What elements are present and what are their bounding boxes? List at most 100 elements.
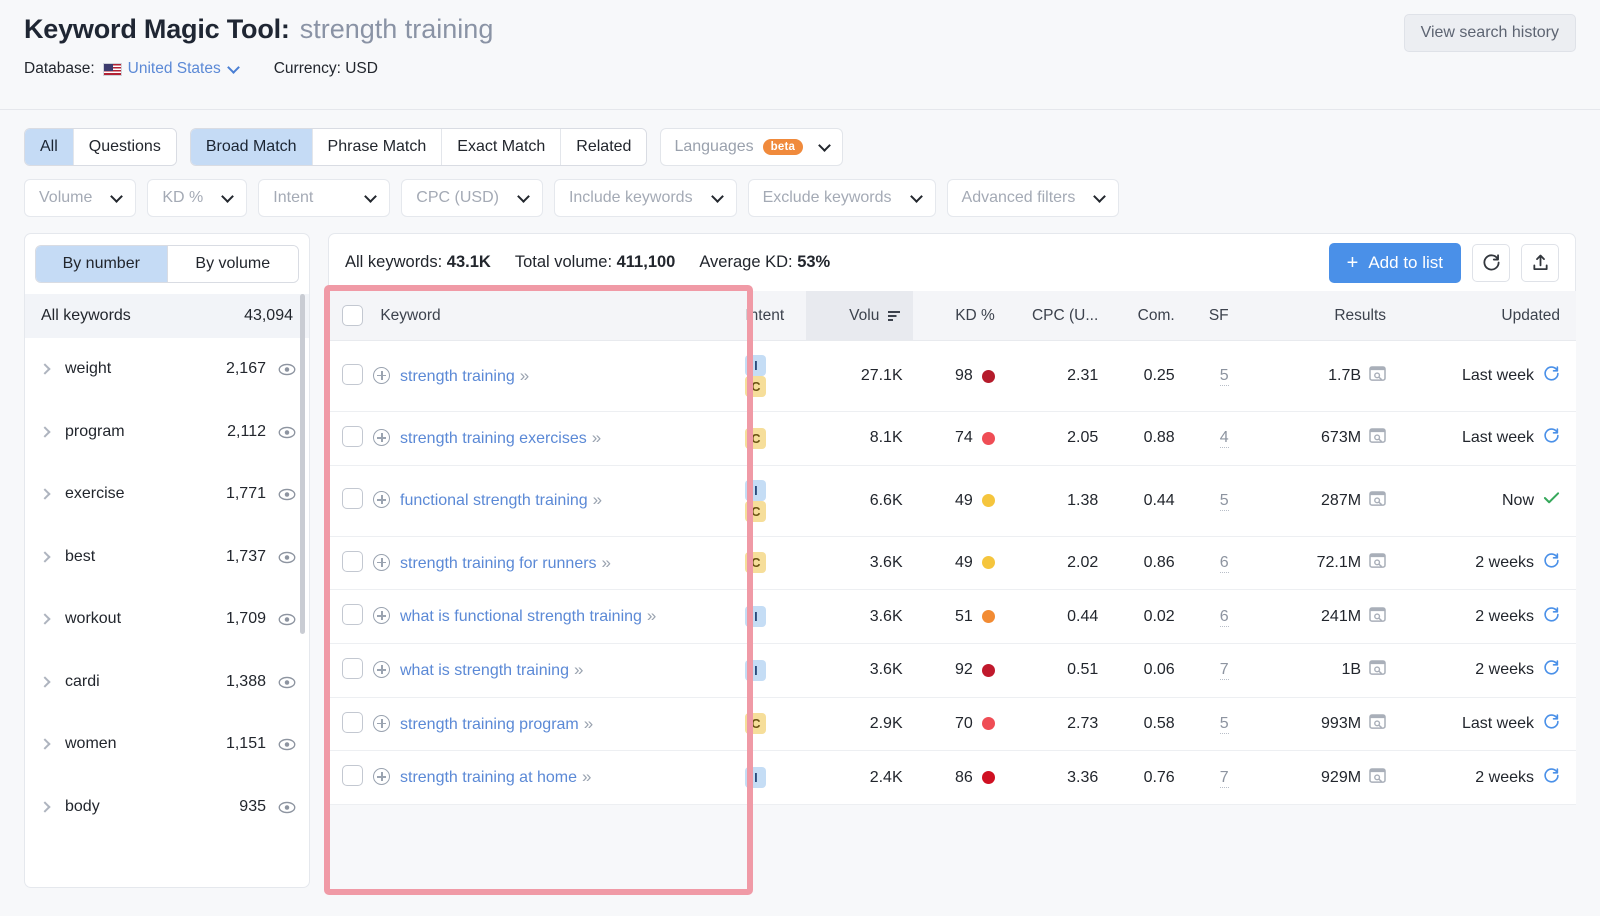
table-row[interactable]: strength training at home»I2.4K863.360.7…: [328, 751, 1576, 805]
update-status-icon[interactable]: [1543, 491, 1560, 510]
sidebar-group-item[interactable]: cardi1,388: [25, 651, 309, 714]
add-keyword-icon[interactable]: [373, 715, 390, 732]
chevron-double-right-icon[interactable]: »: [520, 366, 527, 385]
sidebar-item-all-keywords[interactable]: All keywords 43,094: [25, 294, 309, 338]
eye-icon[interactable]: [278, 551, 295, 563]
intent-badge-i[interactable]: I: [745, 480, 766, 501]
sf-value[interactable]: 7: [1220, 769, 1229, 788]
chevron-right-icon[interactable]: [39, 614, 50, 625]
database-select[interactable]: United States: [128, 60, 221, 78]
row-checkbox[interactable]: [342, 551, 363, 572]
column-header-sf[interactable]: SF: [1185, 291, 1239, 341]
serp-preview-button[interactable]: [1369, 607, 1386, 627]
serp-preview-button[interactable]: [1369, 714, 1386, 734]
table-row[interactable]: strength training for runners»C3.6K492.0…: [328, 536, 1576, 590]
filter-advanced[interactable]: Advanced filters: [947, 179, 1120, 217]
view-search-history-button[interactable]: View search history: [1404, 14, 1576, 52]
sf-value[interactable]: 6: [1220, 608, 1229, 627]
filter-exclude-keywords[interactable]: Exclude keywords: [748, 179, 936, 217]
add-keyword-icon[interactable]: [373, 554, 390, 571]
intent-badge-i[interactable]: I: [745, 606, 766, 627]
column-header-com[interactable]: Com.: [1108, 291, 1184, 341]
serp-preview-button[interactable]: [1369, 553, 1386, 573]
update-status-icon[interactable]: [1543, 606, 1560, 628]
intent-badge-i[interactable]: I: [745, 355, 766, 376]
column-header-results[interactable]: Results: [1239, 291, 1396, 341]
sf-value[interactable]: 7: [1220, 661, 1229, 680]
sf-value[interactable]: 6: [1220, 554, 1229, 573]
sidebar-group-item[interactable]: weight2,167: [25, 338, 309, 401]
row-checkbox[interactable]: [342, 488, 363, 509]
eye-icon[interactable]: [278, 363, 295, 375]
keyword-link[interactable]: strength training program»: [400, 712, 591, 737]
intent-badge-c[interactable]: C: [745, 713, 766, 734]
filter-intent[interactable]: Intent: [258, 179, 390, 217]
export-button[interactable]: [1521, 244, 1559, 282]
chevron-right-icon[interactable]: [39, 676, 50, 687]
add-keyword-icon[interactable]: [373, 367, 390, 384]
sidebar-scrollbar[interactable]: [300, 294, 305, 634]
table-row[interactable]: strength training»IC27.1K982.310.2551.7B…: [328, 341, 1576, 412]
sf-value[interactable]: 5: [1220, 715, 1229, 734]
chevron-right-icon[interactable]: [39, 489, 50, 500]
chevron-double-right-icon[interactable]: »: [593, 490, 600, 509]
languages-dropdown[interactable]: Languages beta: [660, 128, 843, 166]
column-header-updated[interactable]: Updated: [1396, 291, 1576, 341]
intent-badge-c[interactable]: C: [745, 501, 766, 522]
chevron-down-icon[interactable]: [227, 61, 240, 74]
column-header-intent[interactable]: Intent: [729, 291, 805, 341]
eye-icon[interactable]: [278, 488, 295, 500]
add-keyword-icon[interactable]: [373, 768, 390, 785]
table-row[interactable]: functional strength training»IC6.6K491.3…: [328, 465, 1576, 536]
tab-phrase-match[interactable]: Phrase Match: [313, 129, 443, 165]
table-row[interactable]: strength training exercises»C8.1K742.050…: [328, 412, 1576, 466]
sidebar-group-item[interactable]: women1,151: [25, 713, 309, 776]
row-checkbox[interactable]: [342, 426, 363, 447]
serp-preview-button[interactable]: [1369, 491, 1386, 511]
serp-preview-button[interactable]: [1369, 768, 1386, 788]
refresh-button[interactable]: [1472, 244, 1510, 282]
keyword-link[interactable]: strength training»: [400, 364, 527, 389]
chevron-right-icon[interactable]: [39, 364, 50, 375]
chevron-right-icon[interactable]: [39, 801, 50, 812]
chevron-double-right-icon[interactable]: »: [592, 428, 599, 447]
update-status-icon[interactable]: [1543, 552, 1560, 574]
intent-badge-c[interactable]: C: [745, 428, 766, 449]
sidebar-toggle-by-number[interactable]: By number: [36, 246, 167, 282]
filter-kd[interactable]: KD %: [147, 179, 247, 217]
table-row[interactable]: what is functional strength training»I3.…: [328, 590, 1576, 644]
keyword-link[interactable]: strength training at home»: [400, 765, 589, 790]
eye-icon[interactable]: [278, 613, 295, 625]
update-status-icon[interactable]: [1543, 713, 1560, 735]
row-checkbox[interactable]: [342, 364, 363, 385]
intent-badge-i[interactable]: I: [745, 660, 766, 681]
eye-icon[interactable]: [278, 801, 295, 813]
add-keyword-icon[interactable]: [373, 607, 390, 624]
add-keyword-icon[interactable]: [373, 661, 390, 678]
keyword-link[interactable]: what is strength training»: [400, 658, 581, 683]
keyword-link[interactable]: what is functional strength training»: [400, 604, 654, 629]
serp-preview-button[interactable]: [1369, 366, 1386, 386]
sidebar-group-item[interactable]: best1,737: [25, 526, 309, 589]
tab-related[interactable]: Related: [561, 129, 646, 165]
row-checkbox[interactable]: [342, 604, 363, 625]
chevron-double-right-icon[interactable]: »: [647, 606, 654, 625]
sidebar-group-item[interactable]: exercise1,771: [25, 463, 309, 526]
add-keyword-icon[interactable]: [373, 491, 390, 508]
chevron-right-icon[interactable]: [39, 739, 50, 750]
row-checkbox[interactable]: [342, 765, 363, 786]
column-header-keyword[interactable]: Keyword: [328, 291, 729, 341]
tab-questions[interactable]: Questions: [74, 129, 176, 165]
select-all-checkbox[interactable]: [342, 305, 363, 326]
intent-badge-c[interactable]: C: [745, 552, 766, 573]
column-header-kd[interactable]: KD %: [913, 291, 1005, 341]
intent-badge-c[interactable]: C: [745, 376, 766, 397]
table-row[interactable]: strength training program»C2.9K702.730.5…: [328, 697, 1576, 751]
sidebar-group-item[interactable]: body935: [25, 776, 309, 839]
row-checkbox[interactable]: [342, 712, 363, 733]
sf-value[interactable]: 5: [1220, 367, 1229, 386]
eye-icon[interactable]: [278, 676, 295, 688]
filter-include-keywords[interactable]: Include keywords: [554, 179, 737, 217]
sf-value[interactable]: 5: [1220, 492, 1229, 511]
chevron-double-right-icon[interactable]: »: [584, 714, 591, 733]
